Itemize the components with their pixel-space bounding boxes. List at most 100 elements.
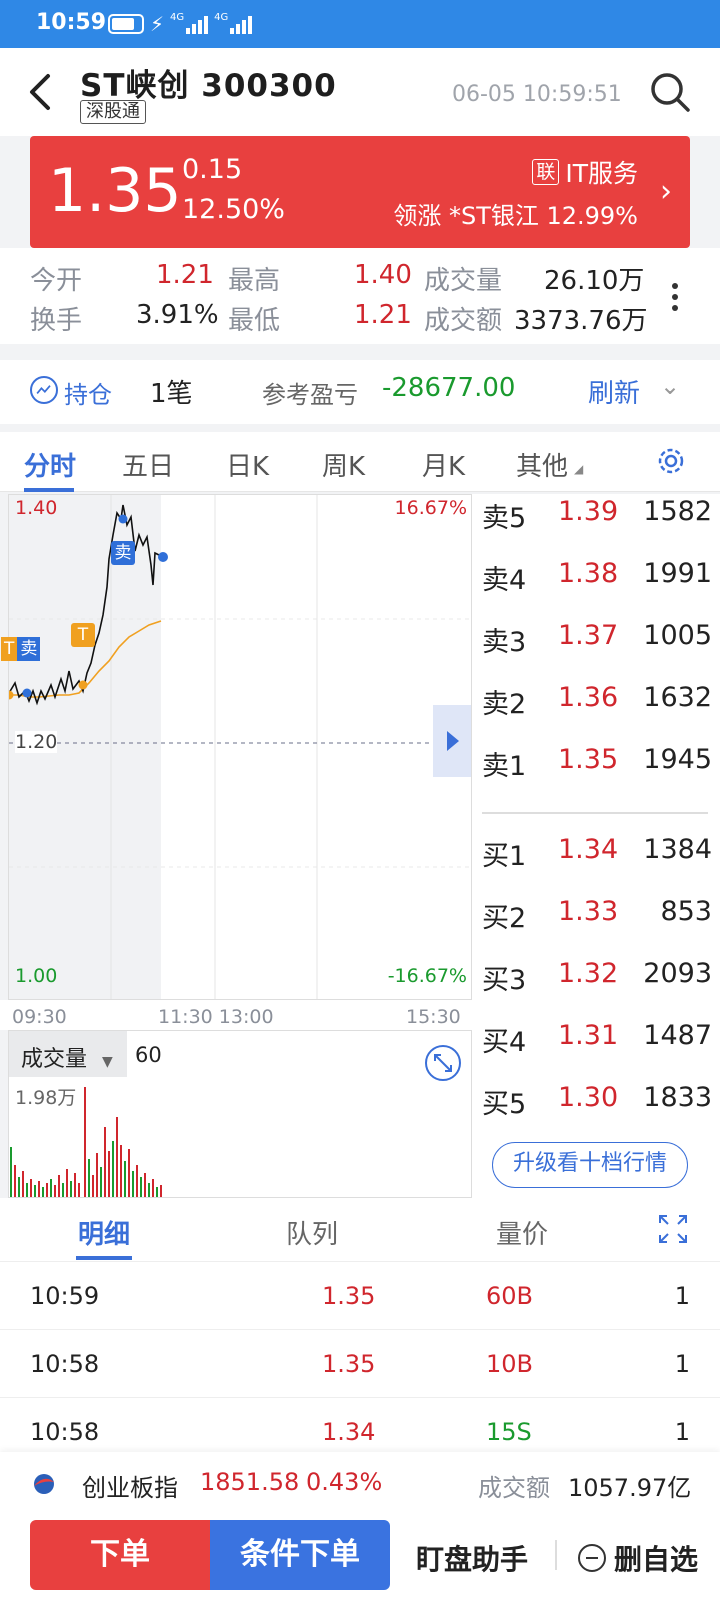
sell-marker[interactable]: 卖: [111, 541, 135, 565]
tab-other[interactable]: 其他: [516, 446, 568, 483]
fullscreen-icon[interactable]: [658, 1214, 688, 1244]
watch-assistant-button[interactable]: 盯盘助手: [416, 1538, 528, 1578]
tab-details[interactable]: 明细: [78, 1214, 130, 1251]
conditional-order-button[interactable]: 条件下单: [210, 1520, 390, 1590]
time-axis: 09:30 11:30 13:00 15:30: [0, 1000, 472, 1030]
index-bar[interactable]: 创业板指 1851.58 0.43% 成交额 1057.97亿: [0, 1452, 720, 1516]
bid-row[interactable]: 买2 1.33 853: [482, 896, 712, 936]
position-label[interactable]: 持仓: [64, 375, 112, 410]
detail-tab-underline: [76, 1256, 132, 1260]
network-label-1: 4G: [170, 12, 185, 23]
action-bar: 下单 条件下单 盯盘助手 删自选: [0, 1516, 720, 1600]
bid-price: 1.33: [558, 896, 619, 927]
index-logo-icon: [34, 1474, 54, 1494]
back-arrow-icon[interactable]: [22, 70, 58, 114]
place-order-button[interactable]: 下单: [30, 1520, 210, 1590]
ask-price: 1.35: [558, 744, 619, 775]
volume-selector[interactable]: 成交量 ▼: [9, 1031, 127, 1077]
chevron-right-icon: ›: [660, 174, 672, 209]
bid-label: 买2: [482, 903, 527, 934]
bid-row[interactable]: 买1 1.34 1384: [482, 834, 712, 874]
tab-five-day[interactable]: 五日: [122, 446, 174, 483]
ask-label: 卖3: [482, 627, 527, 658]
bid-row[interactable]: 买4 1.31 1487: [482, 1020, 712, 1060]
index-name: 创业板指: [82, 1474, 178, 1502]
caret-down-icon: ▼: [102, 1054, 113, 1070]
quote-grid: 今开 1.21 最高 1.40 成交量 26.10万 换手 3.91% 最低 1…: [0, 248, 720, 344]
index-amount-label: 成交额: [478, 1474, 550, 1502]
bid-price: 1.34: [558, 834, 619, 865]
charging-icon: ⚡: [150, 12, 165, 36]
high-value: 1.40: [354, 260, 412, 290]
ask-price: 1.38: [558, 558, 619, 589]
low-label: 最低: [228, 306, 281, 336]
y-axis-mid: 1.20: [15, 731, 58, 753]
pnl-label: 参考盈亏: [262, 381, 358, 409]
sector-badge: 联: [532, 159, 560, 185]
chevron-down-icon[interactable]: ⌄: [660, 372, 680, 400]
sector-link[interactable]: 联 IT服务: [532, 154, 638, 190]
status-icons: ⚡ 4G 4G: [108, 12, 253, 36]
expand-icon[interactable]: [423, 1043, 463, 1083]
ask-row[interactable]: 卖2 1.36 1632: [482, 682, 712, 722]
trade-size: 60B: [486, 1282, 534, 1310]
tab-intraday[interactable]: 分时: [24, 446, 76, 483]
t-sell-marker-s: 卖: [17, 637, 41, 661]
status-time: 10:59: [36, 10, 107, 35]
divider: [555, 1540, 557, 1570]
high-label: 最高: [228, 266, 281, 296]
trade-row[interactable]: 10:58 1.35 10B 1: [0, 1330, 720, 1398]
ask-row[interactable]: 卖1 1.35 1945: [482, 744, 712, 784]
turnover-label: 换手: [30, 306, 83, 336]
battery-icon: [108, 14, 144, 34]
tab-weekly-k[interactable]: 周K: [322, 446, 365, 483]
network-label-2: 4G: [214, 12, 229, 23]
tab-queue[interactable]: 队列: [286, 1214, 338, 1251]
refresh-button[interactable]: 刷新: [588, 373, 640, 410]
chart-tabs: 分时 五日 日K 周K 月K 其他 ◢: [0, 432, 720, 492]
tab-monthly-k[interactable]: 月K: [422, 446, 465, 483]
trade-count: 1: [674, 1282, 690, 1310]
more-icon[interactable]: [672, 278, 680, 316]
tab-volume-price[interactable]: 量价: [496, 1214, 548, 1251]
ask-label: 卖2: [482, 689, 527, 720]
bid-label: 买3: [482, 965, 527, 996]
gear-icon[interactable]: [654, 444, 688, 478]
bid-price: 1.30: [558, 1082, 619, 1113]
amount-label: 成交额: [424, 306, 503, 336]
bid-row[interactable]: 买5 1.30 1833: [482, 1082, 712, 1122]
intraday-chart[interactable]: 1.40 1.20 1.00 16.67% -16.67% 卖 T T 卖: [1, 494, 472, 1000]
t-marker[interactable]: T: [71, 623, 95, 647]
time-label-midday: 11:30 13:00: [158, 1006, 274, 1028]
trade-time: 10:58: [30, 1350, 100, 1378]
position-chart-icon: [30, 376, 58, 404]
last-price: 1.35: [48, 156, 182, 226]
y-axis-bottom: 1.00: [15, 965, 58, 987]
time-label-open: 09:30: [12, 1006, 67, 1028]
price-panel[interactable]: 1.35 0.15 12.50% 联 IT服务 领涨 *ST银江 12.99% …: [30, 136, 690, 248]
intraday-chart-svg: [9, 495, 471, 999]
time-label-close: 15:30: [406, 1006, 461, 1028]
open-value: 1.21: [156, 260, 214, 290]
ask-row[interactable]: 卖3 1.37 1005: [482, 620, 712, 660]
tab-daily-k[interactable]: 日K: [226, 446, 269, 483]
bid-row[interactable]: 买3 1.32 2093: [482, 958, 712, 998]
index-value: 1851.58: [200, 1468, 300, 1496]
ask-row[interactable]: 卖4 1.38 1991: [482, 558, 712, 598]
pnl-value: -28677.00: [382, 373, 516, 403]
t-sell-marker[interactable]: T 卖: [1, 637, 41, 661]
remove-watchlist-button[interactable]: 删自选: [578, 1538, 698, 1578]
volume-bars: [10, 1087, 162, 1197]
tab-underline: [24, 488, 74, 492]
turnover-value: 3.91%: [136, 300, 219, 330]
ask-volume: 1582: [643, 496, 712, 527]
upgrade-level10-button[interactable]: 升级看十档行情: [492, 1142, 688, 1188]
pct-axis-top: 16.67%: [394, 497, 467, 519]
trade-row[interactable]: 10:59 1.35 60B 1: [0, 1262, 720, 1330]
bid-label: 买1: [482, 841, 527, 872]
bid-volume: 1384: [643, 834, 712, 865]
search-icon[interactable]: [648, 70, 692, 114]
ask-row[interactable]: 卖5 1.39 1582: [482, 496, 712, 536]
ask-volume: 1945: [643, 744, 712, 775]
trade-count: 1: [674, 1418, 690, 1446]
